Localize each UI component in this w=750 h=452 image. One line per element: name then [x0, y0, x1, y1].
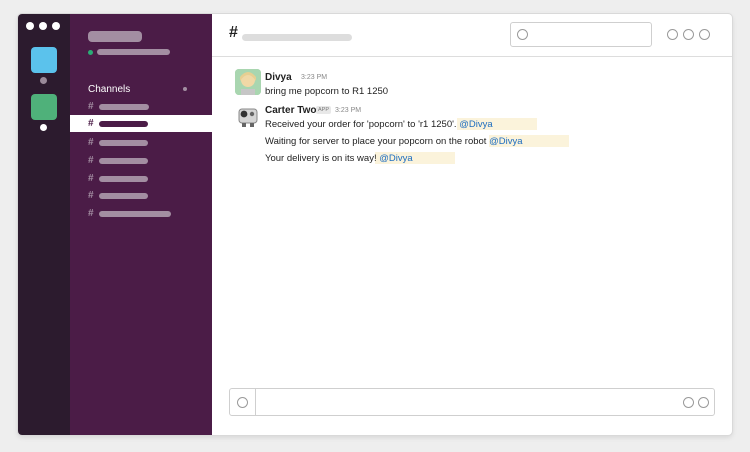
search-input[interactable] — [510, 22, 652, 47]
channel-hash-icon: # — [88, 118, 94, 129]
message-text: bring me popcorn to R1 1250 — [265, 86, 389, 97]
channel-item[interactable]: # — [70, 134, 212, 151]
message-line: Waiting for server to place your popcorn… — [265, 136, 487, 147]
user-mention[interactable]: @Divya — [459, 119, 492, 130]
channel-name-placeholder — [99, 211, 171, 217]
channel-hash-icon: # — [88, 173, 94, 184]
channel-name-placeholder — [99, 158, 148, 164]
channel-name-placeholder — [99, 104, 149, 110]
search-icon — [517, 29, 528, 40]
presence-dot — [88, 50, 93, 55]
message-author[interactable]: Divya — [265, 72, 292, 83]
channel-item-active[interactable]: # — [70, 115, 212, 132]
channel-header: # — [212, 14, 732, 57]
header-action-icon[interactable] — [667, 29, 678, 40]
window-control-icon[interactable] — [52, 22, 60, 30]
message-author[interactable]: Carter Two — [265, 105, 317, 116]
message-timestamp[interactable]: 3:23 PM — [335, 107, 361, 114]
channel-item[interactable]: # — [70, 98, 212, 115]
channel-hash-icon: # — [88, 155, 94, 166]
message-text: Waiting for server to place your popcorn… — [265, 136, 522, 147]
window-control-icon[interactable] — [39, 22, 47, 30]
workspace-2-icon[interactable] — [31, 94, 57, 120]
channel-name-placeholder — [99, 121, 148, 127]
channel-item[interactable]: # — [70, 170, 212, 187]
channel-name-placeholder — [99, 193, 148, 199]
channel-item[interactable]: # — [70, 152, 212, 169]
workspace-1-status-dot — [40, 77, 47, 84]
add-channel-icon[interactable] — [183, 87, 187, 91]
channel-hash-icon: # — [88, 208, 94, 219]
channel-title-placeholder — [242, 34, 352, 41]
user-name-placeholder — [97, 49, 170, 55]
channel-hash-icon: # — [88, 137, 94, 148]
composer-action-icon[interactable] — [683, 397, 694, 408]
composer-attach-icon[interactable] — [237, 397, 248, 408]
message-timestamp[interactable]: 3:23 PM — [301, 74, 327, 81]
user-mention[interactable]: @Divya — [489, 136, 522, 147]
message-line: Your delivery is on its way! — [265, 153, 377, 164]
window-controls — [26, 22, 60, 30]
channel-item[interactable]: # — [70, 205, 212, 222]
workspace-2-status-dot — [40, 124, 47, 131]
carter-two-avatar[interactable] — [235, 102, 261, 128]
message-line: Received your order for 'popcorn' to 'r1… — [265, 119, 457, 130]
header-action-icon[interactable] — [699, 29, 710, 40]
message-text: Your delivery is on its way! @Divya — [265, 153, 413, 164]
user-mention[interactable]: @Divya — [379, 153, 412, 164]
channel-header-hash: # — [229, 24, 238, 41]
window-control-icon[interactable] — [26, 22, 34, 30]
message-composer[interactable] — [229, 388, 715, 416]
team-name-placeholder[interactable] — [88, 31, 142, 42]
channel-hash-icon: # — [88, 190, 94, 201]
channel-name-placeholder — [99, 176, 148, 182]
channels-heading[interactable]: Channels — [88, 84, 130, 95]
app-badge: APP — [316, 106, 332, 114]
message-text: Received your order for 'popcorn' to 'r1… — [265, 119, 493, 130]
emoji-icon[interactable] — [698, 397, 709, 408]
workspace-rail — [18, 14, 70, 435]
app-window: Channels # # # # # # # # Divya 3:23 PM b… — [18, 14, 732, 435]
divya-avatar[interactable] — [235, 69, 261, 95]
channel-item[interactable]: # — [70, 187, 212, 204]
message-pane: # Divya 3:23 PM bring me popcorn to R1 1… — [212, 14, 732, 435]
channel-name-placeholder — [99, 140, 148, 146]
header-action-icon[interactable] — [683, 29, 694, 40]
channel-hash-icon: # — [88, 101, 94, 112]
composer-divider — [255, 389, 256, 415]
channel-sidebar: Channels # # # # # # # — [70, 14, 212, 435]
workspace-1-icon[interactable] — [31, 47, 57, 73]
